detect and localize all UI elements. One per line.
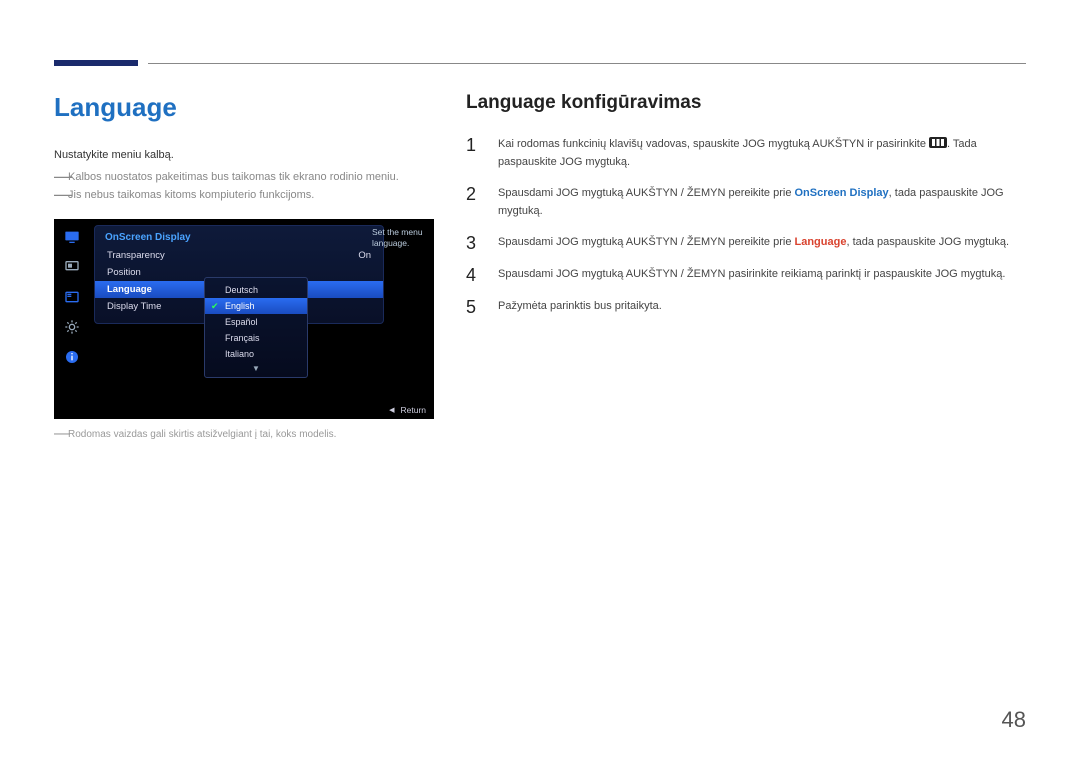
step-text: Spausdami JOG mygtuką AUKŠTYN / ŽEMYN pa…	[498, 266, 1026, 284]
step: 3 Spausdami JOG mygtuką AUKŠTYN / ŽEMYN p…	[466, 234, 1026, 252]
step-number: 4	[466, 266, 480, 284]
function-key-icon	[929, 137, 947, 148]
screen-icon	[62, 259, 82, 275]
chevron-down-icon: ▼	[205, 362, 307, 373]
picture-icon	[62, 229, 82, 245]
step: 2 Spausdami JOG mygtuką AUKŠTYN / ŽEMYN p…	[466, 185, 1026, 220]
osd-option: Français	[205, 330, 307, 346]
page-content: Language Nustatykite meniu kalbą. ―Kalbo…	[54, 92, 1026, 440]
step-text: Spausdami JOG mygtuką AUKŠTYN / ŽEMYN pe…	[498, 185, 1026, 220]
osd-screenshot: OnScreen Display TransparencyOnPositionL…	[54, 219, 434, 419]
info-icon	[62, 349, 82, 365]
step-text: Kai rodomas funkcinių klavišų vadovas, s…	[498, 136, 1026, 171]
right-column: Language konfigūravimas 1 Kai rodomas fun…	[466, 92, 1026, 440]
osd-return-label: Return	[400, 405, 426, 415]
page-title: Language	[54, 92, 434, 123]
dash-icon: ―	[54, 171, 68, 183]
step-number: 3	[466, 234, 480, 252]
osd-option: Deutsch	[205, 282, 307, 298]
left-note: ―Jis nebus taikomas kitoms kompiuterio f…	[54, 189, 434, 201]
step-number: 1	[466, 136, 480, 171]
steps-list: 1 Kai rodomas funkcinių klavišų vadovas, …	[466, 136, 1026, 316]
step-text: Pažymėta parinktis bus pritaikyta.	[498, 298, 1026, 316]
left-note: ―Kalbos nuostatos pakeitimas bus taikoma…	[54, 171, 434, 183]
step: 5 Pažymėta parinktis bus pritaikyta.	[466, 298, 1026, 316]
left-footnote: ― Rodomas vaizdas gali skirtis atsižvelg…	[54, 429, 434, 440]
dash-icon: ―	[54, 429, 68, 440]
page-number: 48	[1002, 707, 1026, 733]
osd-icon-column	[54, 219, 90, 419]
osd-panel-title: OnScreen Display	[95, 226, 383, 247]
section-heading: Language konfigūravimas	[466, 92, 1026, 114]
step-number: 2	[466, 185, 480, 220]
settings-gear-icon	[62, 319, 82, 335]
osd-footer: ◀ Return	[389, 405, 426, 415]
step: 1 Kai rodomas funkcinių klavišų vadovas, …	[466, 136, 1026, 171]
step: 4 Spausdami JOG mygtuką AUKŠTYN / ŽEMYN p…	[466, 266, 1026, 284]
step-text: Spausdami JOG mygtuką AUKŠTYN / ŽEMYN pe…	[498, 234, 1026, 252]
header-accent-bar	[54, 60, 138, 66]
osd-language-dropdown: DeutschEnglishEspañolFrançaisItaliano ▼	[204, 277, 308, 378]
header-rule	[148, 63, 1026, 64]
osd-option: English	[205, 298, 307, 314]
dash-icon: ―	[54, 189, 68, 201]
osd-option: Español	[205, 314, 307, 330]
osd-menu-row: TransparencyOn	[95, 247, 383, 264]
osd-help-text: Set the menu language.	[372, 227, 428, 249]
left-description: Nustatykite meniu kalbą.	[54, 149, 434, 161]
left-column: Language Nustatykite meniu kalbą. ―Kalbo…	[54, 92, 434, 440]
osd-option: Italiano	[205, 346, 307, 362]
osd-tab-icon	[62, 289, 82, 305]
chevron-left-icon: ◀	[389, 406, 394, 414]
step-number: 5	[466, 298, 480, 316]
